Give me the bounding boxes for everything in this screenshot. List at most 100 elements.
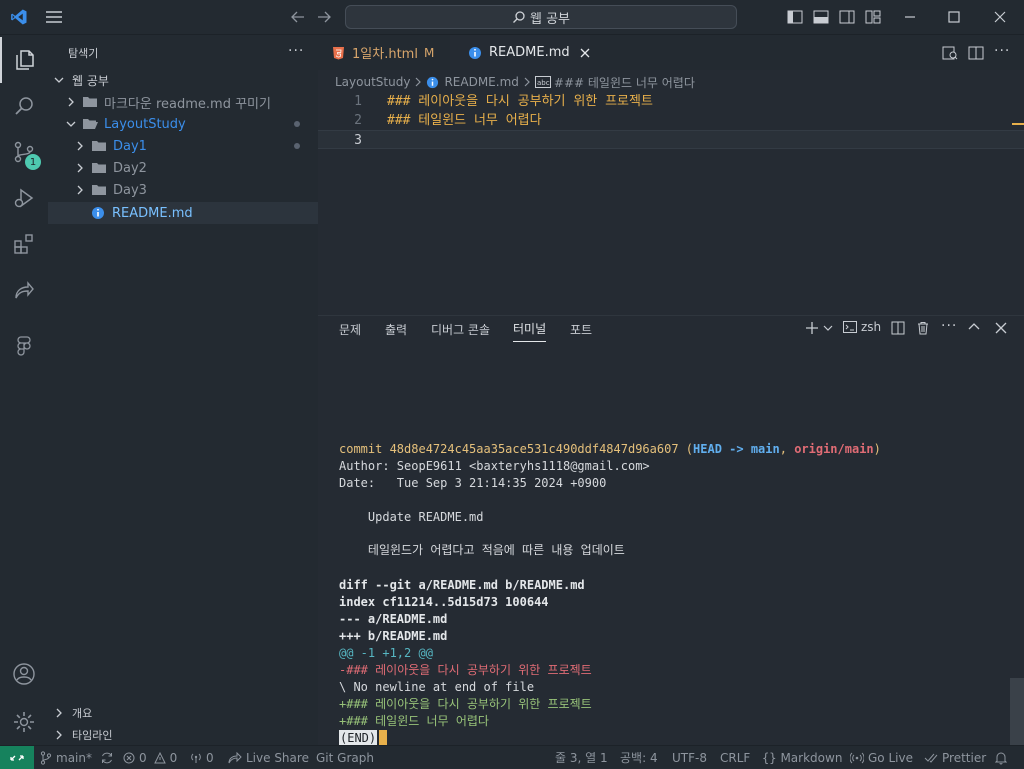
live-share-status[interactable]: Live Share — [228, 746, 309, 769]
panel-tab-ports[interactable]: 포트 — [570, 316, 592, 342]
tree-item-day3[interactable]: Day3 — [48, 179, 318, 201]
panel-tab-terminal[interactable]: 터미널 — [513, 316, 547, 342]
code-line: 2 ### 테일윈드 너무 어렵다 — [318, 111, 1024, 130]
customize-layout-icon[interactable] — [865, 10, 881, 24]
git-graph-status[interactable]: Git Graph — [316, 746, 374, 769]
menu-icon[interactable] — [45, 10, 63, 24]
outline-section[interactable]: 개요 — [48, 702, 318, 724]
paren: ) — [873, 442, 881, 456]
tree-item-label: 마크다운 readme.md 꾸미기 — [104, 96, 271, 112]
language-mode[interactable]: {} Markdown — [762, 746, 842, 769]
terminal-message: Update README.md — [339, 510, 484, 524]
chevron-down-icon[interactable] — [823, 324, 833, 332]
breadcrumb-item[interactable]: README.md — [444, 75, 518, 89]
activity-bar: 1 — [0, 35, 48, 745]
terminal-line: commit 48d8e4724c45aa35ace531c490ddf4847… — [339, 441, 881, 458]
extensions-icon[interactable] — [0, 221, 48, 267]
prettier-label: Prettier — [942, 750, 987, 765]
close-panel-icon[interactable] — [995, 322, 1007, 334]
chevron-down-icon — [54, 75, 68, 85]
remote-indicator[interactable] — [0, 746, 34, 769]
run-debug-icon[interactable] — [0, 175, 48, 221]
settings-gear-icon[interactable] — [0, 699, 48, 745]
encoding[interactable]: UTF-8 — [672, 746, 707, 769]
back-arrow-icon[interactable] — [290, 10, 306, 24]
panel-tab-debug-console[interactable]: 디버그 콘솔 — [431, 316, 490, 342]
editor-more-icon[interactable]: ··· — [994, 43, 1010, 59]
modified-dot — [294, 121, 300, 127]
chevron-right-icon — [414, 77, 422, 87]
figma-icon[interactable] — [0, 323, 48, 369]
radio-tower-icon — [190, 752, 202, 764]
panel-tab-output[interactable]: 출력 — [385, 316, 407, 342]
tree-item-day1[interactable]: Day1 — [48, 135, 318, 157]
problems-indicator[interactable]: 0 0 — [123, 746, 177, 769]
code-line-current: 3 — [318, 130, 1024, 149]
go-live-status[interactable]: Go Live — [850, 746, 913, 769]
tree-item-label: LayoutStudy — [104, 116, 186, 132]
timeline-section[interactable]: 타임라인 — [48, 724, 318, 746]
chevron-down-icon — [66, 119, 80, 129]
split-terminal-icon[interactable] — [891, 321, 905, 335]
maximize-panel-chevron-up-icon[interactable] — [968, 322, 980, 332]
terminal-diff-header: diff --git a/README.md b/README.md — [339, 578, 585, 592]
tab-label: README.md — [489, 45, 570, 60]
branch-label: main* — [56, 750, 92, 765]
open-preview-icon[interactable] — [942, 46, 958, 60]
symbol-string-icon: abc — [534, 76, 551, 88]
new-terminal-plus-icon[interactable] — [805, 321, 819, 335]
workspace-root[interactable]: 웹 공부 — [48, 69, 318, 91]
title-bar: 웹 공부 — [0, 0, 1024, 35]
cursor-position[interactable]: 줄 3, 열 1 — [555, 746, 608, 769]
sidebar-title: 탐색기 — [68, 47, 99, 60]
breadcrumb-item[interactable]: LayoutStudy — [335, 75, 410, 89]
panel-tab-problems[interactable]: 문제 — [339, 316, 361, 342]
ports-indicator[interactable]: 0 — [190, 746, 214, 769]
source-control-icon[interactable]: 1 — [0, 129, 48, 175]
error-icon — [123, 752, 135, 764]
tab-label: 1일차.html — [352, 47, 418, 62]
trash-icon[interactable] — [916, 321, 930, 335]
sync-icon[interactable] — [100, 751, 114, 765]
live-share-icon[interactable] — [0, 267, 48, 313]
tab-readme-md[interactable]: README.md — [450, 35, 590, 70]
editor-area[interactable]: LayoutStudy README.md abc ### 테일윈드 너무 어렵… — [318, 70, 1024, 315]
end-of-line[interactable]: CRLF — [720, 746, 750, 769]
ports-count: 0 — [206, 750, 214, 765]
search-activity-icon[interactable] — [0, 83, 48, 129]
split-editor-icon[interactable] — [968, 46, 984, 60]
command-center-search[interactable]: 웹 공부 — [345, 5, 737, 29]
tree-item-day2[interactable]: Day2 — [48, 157, 318, 179]
tree-item-markdown-folder[interactable]: 마크다운 readme.md 꾸미기 — [48, 91, 318, 113]
forward-arrow-icon[interactable] — [316, 10, 332, 24]
tab-1ilcha-html[interactable]: 1일차.html M — [318, 35, 450, 70]
toggle-primary-sidebar-icon[interactable] — [787, 10, 803, 24]
terminal-icon — [843, 320, 857, 334]
braces-icon: {} — [762, 750, 777, 765]
folder-icon — [91, 184, 107, 196]
prettier-status[interactable]: Prettier — [924, 746, 986, 769]
search-icon — [512, 10, 526, 24]
minimize-icon[interactable] — [903, 10, 917, 24]
terminal-shell-selector[interactable]: zsh — [843, 320, 881, 334]
tree-item-readme[interactable]: README.md — [48, 202, 318, 224]
more-actions-icon[interactable]: ··· — [288, 43, 304, 59]
notifications-bell-icon[interactable] — [995, 746, 1007, 769]
branch-indicator[interactable]: main* — [40, 746, 114, 769]
tree-item-layoutstudy[interactable]: LayoutStudy — [48, 113, 318, 135]
breadcrumb-item[interactable]: ### 테일윈드 너무 어렵다 — [554, 74, 695, 91]
tree-item-label: Day3 — [113, 182, 147, 198]
accounts-icon[interactable] — [0, 651, 48, 697]
explorer-sidebar: 탐색기 ··· 웹 공부 마크다운 readme.md 꾸미기 LayoutSt… — [48, 35, 318, 745]
close-window-icon[interactable] — [993, 10, 1007, 24]
toggle-panel-icon[interactable] — [813, 10, 829, 24]
panel-more-icon[interactable]: ··· — [941, 318, 957, 334]
close-tab-icon[interactable] — [580, 48, 590, 58]
explorer-icon[interactable] — [0, 37, 48, 83]
chevron-right-icon — [54, 730, 68, 740]
info-icon — [426, 76, 439, 89]
maximize-icon[interactable] — [947, 10, 961, 24]
toggle-secondary-sidebar-icon[interactable] — [839, 10, 855, 24]
indentation[interactable]: 공백: 4 — [620, 746, 658, 769]
terminal-scrollbar[interactable] — [1010, 678, 1024, 746]
